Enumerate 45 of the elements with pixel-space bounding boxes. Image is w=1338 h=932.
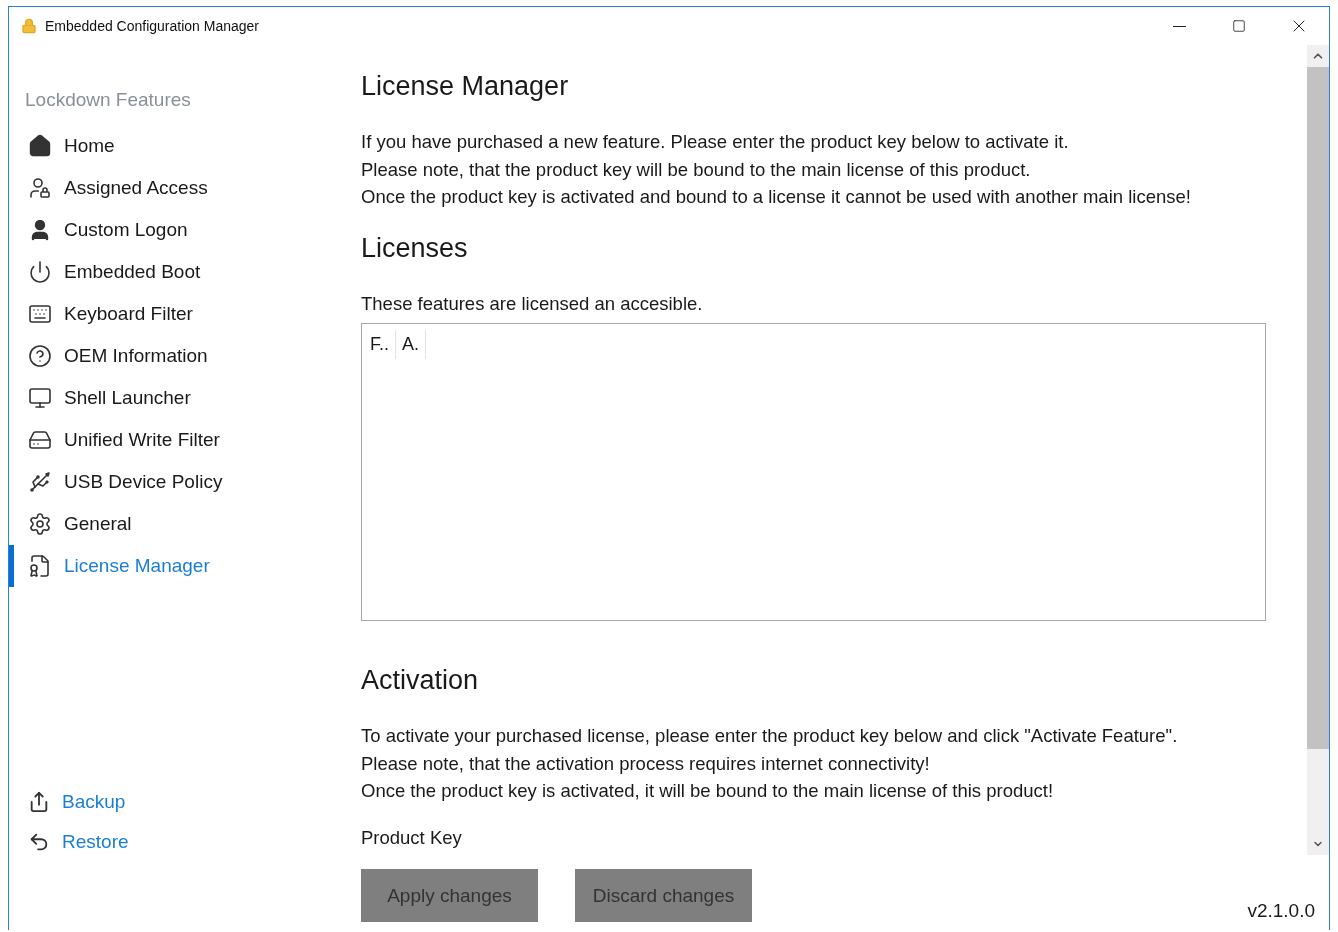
home-icon <box>28 134 52 158</box>
user-lock-icon <box>28 176 52 200</box>
sidebar-item[interactable]: Shell Launcher <box>9 377 349 419</box>
sidebar-item[interactable]: Home <box>9 125 349 167</box>
description-text: Please note, that the product key will be bound to the main license of this product. <box>361 157 1032 182</box>
minimize-icon <box>1172 25 1186 27</box>
scrollbar-thumb[interactable] <box>1307 67 1329 749</box>
certificate-icon <box>28 554 52 578</box>
sidebar-item[interactable]: USB Device Policy <box>9 461 349 503</box>
monitor-icon <box>28 386 52 410</box>
section-heading: License Manager <box>361 71 570 102</box>
undo-icon <box>28 831 50 853</box>
description-text: These features are licensed an accesible. <box>361 291 704 316</box>
keyboard-icon <box>28 302 52 326</box>
sidebar-item[interactable]: OEM Information <box>9 335 349 377</box>
sidebar-link[interactable]: Restore <box>9 822 349 862</box>
section-heading: Activation <box>361 665 480 696</box>
section-heading: Licenses <box>361 232 469 264</box>
description-text: To activate your purchased license, please enter the product key below and click "Activate Feature". <box>361 724 1179 748</box>
export-icon <box>28 791 50 813</box>
field-label: Product Key <box>361 826 463 849</box>
help-icon <box>28 344 52 368</box>
sidebar-item[interactable]: Embedded Boot <box>9 251 349 293</box>
column-header[interactable]: F.. <box>364 330 396 359</box>
description-text: Once the product key is activated, it will be bound to the main license of this product! <box>361 779 1055 803</box>
window-title: Embedded Configuration Manager <box>45 18 261 34</box>
power-icon <box>28 260 52 284</box>
maximize-icon <box>1232 19 1246 33</box>
sidebar-item[interactable]: General <box>9 503 349 545</box>
usb-icon <box>28 470 52 494</box>
sidebar-item[interactable]: Assigned Access <box>9 167 349 209</box>
sidebar-item[interactable]: License Manager <box>9 545 349 587</box>
description-text: Please note, that the activation process requires internet connectivity! <box>361 751 931 776</box>
column-header[interactable]: A. <box>396 330 427 359</box>
scrollbar[interactable] <box>1307 45 1329 855</box>
sidebar-link[interactable]: Backup <box>9 782 349 822</box>
sidebar-item[interactable]: Unified Write Filter <box>9 419 349 461</box>
sidebar-item[interactable]: Keyboard Filter <box>9 293 349 335</box>
settings-icon <box>28 512 52 536</box>
description-text: If you have purchased a new feature. Please enter the product key below to activate it. <box>361 130 1070 154</box>
sidebar-item[interactable]: Custom Logon <box>9 209 349 251</box>
lock-icon <box>21 18 37 34</box>
description-text: Once the product key is activated and bound to a license it cannot be used with another main license! <box>361 185 1192 209</box>
sidebar-heading: Lockdown Features <box>24 89 192 111</box>
version-label: v2.1.0.0 <box>1247 900 1315 922</box>
